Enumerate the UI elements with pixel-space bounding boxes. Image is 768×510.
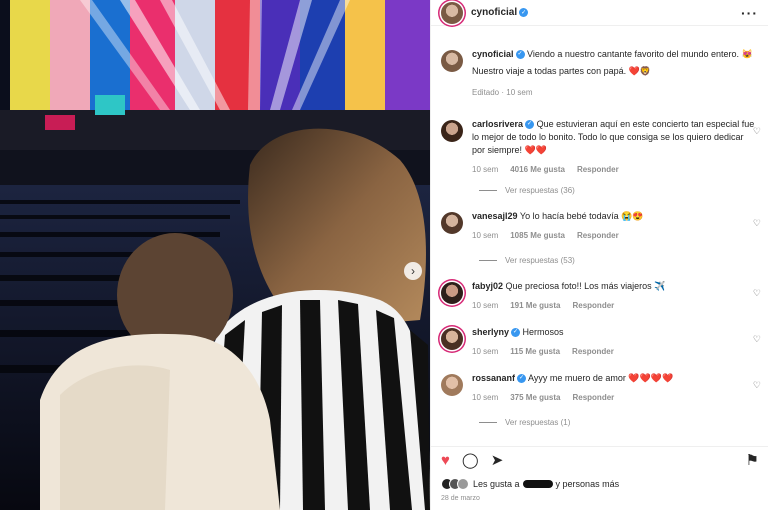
author-avatar[interactable] [441,50,463,72]
liker-avatar [457,478,469,490]
comment-username[interactable]: sherlyny [472,327,509,337]
reply-button[interactable]: Responder [572,345,614,358]
verified-icon: ✓ [525,120,535,130]
post-actions: ♥ ◯ ➤ ⚑ [431,446,768,474]
view-replies-button[interactable]: Ver respuestas (1) [479,418,570,427]
comment-likes[interactable]: 191 Me gusta [510,299,560,312]
commenter-avatar[interactable] [441,328,463,350]
comment-username[interactable]: carlosrivera [472,119,523,129]
post-photo[interactable]: › [0,0,430,510]
heart-outline-icon[interactable]: ♡ [753,334,761,345]
heart-filled-icon[interactable]: ♥ [441,453,450,468]
bookmark-icon[interactable]: ⚑ [746,453,759,468]
concert-photo [0,0,430,510]
view-replies-label: Ver respuestas (53) [505,256,575,265]
more-horizontal-icon[interactable]: ··· [741,5,758,21]
verified-icon: ✓ [517,374,527,384]
commenter-avatar[interactable] [441,212,463,234]
caption-username[interactable]: cynoficial [472,49,514,59]
likes-summary[interactable]: Les gusta a y personas más [441,478,619,490]
comments-list[interactable]: cynoficial ✓ Viendo a nuestro cantante fa… [431,40,768,442]
likes-suffix: y personas más [555,479,620,489]
reply-button[interactable]: Responder [572,299,614,312]
post-header: cynoficial ✓ ··· [431,0,768,26]
comment-time: 10 sem [472,347,499,356]
heart-outline-icon[interactable]: ♡ [753,288,761,299]
verified-icon: ✓ [515,50,525,60]
author-username[interactable]: cynoficial [471,7,517,18]
share-icon[interactable]: ➤ [491,453,504,468]
comment-time: 10 sem [472,301,499,310]
comment-likes[interactable]: 1085 Me gusta [510,229,565,242]
post-side-panel: cynoficial ✓ ··· cynoficial ✓ Viendo a nu… [430,0,768,510]
comment-item: fabyj02 Que preciosa foto!! Los más viaj… [441,280,767,312]
reply-button[interactable]: Responder [572,391,614,404]
comment-username[interactable]: vanesajl29 [472,211,518,221]
comment-time: 10 sem [472,231,499,240]
likes-prefix: Les gusta a [473,479,520,489]
comment-item: vanesajl29 Yo lo hacía bebé todavía 😭😍 1… [441,210,767,242]
comment-likes[interactable]: 115 Me gusta [510,345,560,358]
heart-outline-icon[interactable]: ♡ [753,380,761,391]
heart-outline-icon[interactable]: ♡ [753,218,761,229]
comment-item: carlosrivera ✓ Que estuvieran aquí en est… [441,118,767,176]
reply-button[interactable]: Responder [577,229,619,242]
edited-label: Editado · 10 sem [472,88,533,97]
comment-text: Que preciosa foto!! Los más viajeros ✈️ [505,281,666,291]
comment-item: rossananf ✓ Ayyy me muero de amor ❤️❤️❤️❤… [441,372,767,404]
view-replies-button[interactable]: Ver respuestas (36) [479,186,575,195]
comment-likes[interactable]: 4016 Me gusta [510,163,565,176]
comment-time: 10 sem [472,393,499,402]
caption-text: Viendo a nuestro cantante favorito del m… [527,49,753,59]
comment-likes[interactable]: 375 Me gusta [510,391,560,404]
comment-item: sherlyny ✓ Hermosos 10 sem 115 Me gusta Res… [441,326,767,358]
post-date: 28 de marzo [441,495,480,502]
caption: cynoficial ✓ Viendo a nuestro cantante fa… [441,48,767,99]
instagram-post: › cynoficial ✓ ··· cynoficial ✓ Viendo a … [0,0,768,510]
commenter-avatar[interactable] [441,282,463,304]
commenter-avatar[interactable] [441,374,463,396]
heart-outline-icon[interactable]: ♡ [753,126,761,137]
author-avatar[interactable] [441,1,463,24]
verified-icon: ✓ [511,328,521,338]
comment-username[interactable]: fabyj02 [472,281,503,291]
commenter-avatar[interactable] [441,120,463,142]
verified-icon: ✓ [519,8,529,17]
view-replies-label: Ver respuestas (1) [505,418,571,427]
comment-text: Ayyy me muero de amor ❤️❤️❤️❤️ [528,373,674,383]
view-replies-label: Ver respuestas (36) [505,186,575,195]
next-image-button[interactable]: › [404,262,422,280]
reply-button[interactable]: Responder [577,163,619,176]
comment-username[interactable]: rossananf [472,373,515,383]
caption-text-2: Nuestro viaje a todas partes con papá. ❤… [472,66,652,76]
view-replies-button[interactable]: Ver respuestas (53) [479,256,575,265]
comment-text: Hermosos [522,327,564,337]
comment-time: 10 sem [472,165,499,174]
comment-icon[interactable]: ◯ [462,453,479,468]
comment-text: Yo lo hacía bebé todavía 😭😍 [519,211,644,221]
redacted-name [522,480,553,488]
